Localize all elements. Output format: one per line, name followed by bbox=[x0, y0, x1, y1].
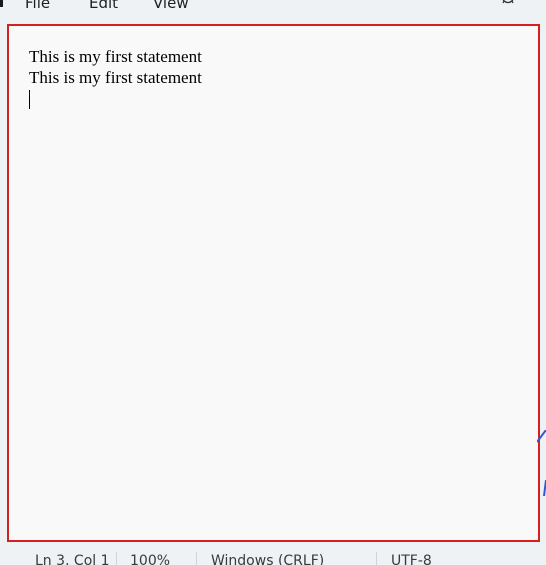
editor-line: This is my first statement bbox=[29, 47, 202, 66]
menu-file[interactable]: File bbox=[25, 0, 50, 12]
editor-content: This is my first statement This is my fir… bbox=[29, 46, 202, 88]
encoding[interactable]: UTF-8 bbox=[391, 553, 432, 565]
line-endings[interactable]: Windows (CRLF) bbox=[211, 553, 324, 565]
menu-edit[interactable]: Edit bbox=[89, 0, 118, 12]
background-window-edge bbox=[536, 429, 546, 500]
status-divider bbox=[376, 552, 377, 565]
editor-line: This is my first statement bbox=[29, 68, 202, 87]
status-divider bbox=[196, 552, 197, 565]
status-bar: Ln 3, Col 1 100% Windows (CRLF) UTF-8 bbox=[0, 542, 546, 565]
text-editor[interactable]: This is my first statement This is my fir… bbox=[7, 24, 540, 542]
menu-bar: File Edit View bbox=[0, 0, 546, 22]
zoom-level[interactable]: 100% bbox=[130, 553, 170, 565]
status-divider bbox=[116, 552, 117, 565]
menu-view[interactable]: View bbox=[153, 0, 189, 12]
cursor-position: Ln 3, Col 1 bbox=[35, 553, 110, 565]
text-caret bbox=[29, 90, 30, 109]
notepad-window: File Edit View This is my first statemen… bbox=[0, 0, 546, 565]
gear-icon[interactable] bbox=[498, 0, 518, 10]
